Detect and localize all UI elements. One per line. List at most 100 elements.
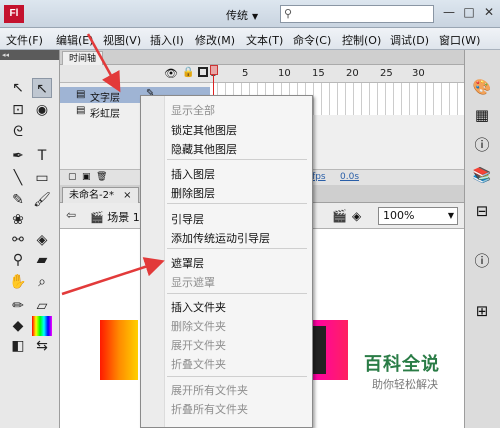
menu-separator: [167, 248, 307, 249]
menu-item-delete-folder[interactable]: 删除文件夹: [171, 318, 226, 334]
subselection-tool-icon[interactable]: ↖: [32, 78, 52, 98]
paint-bucket-tool-icon[interactable]: ◈: [32, 230, 52, 250]
frame-number: 20: [346, 68, 359, 79]
free-transform-tool-icon[interactable]: ⊡: [8, 100, 28, 120]
menu-item-delete-layer[interactable]: 删除图层: [171, 185, 215, 201]
watermark-title: 百科全说: [364, 354, 440, 375]
menu-separator: [167, 203, 307, 204]
rectangle-tool-icon[interactable]: ▭: [32, 168, 52, 188]
zoom-tool-icon[interactable]: ⌕: [32, 272, 52, 292]
workspace-switcher[interactable]: 传统 ▼: [226, 7, 258, 23]
panel-collapse-icon[interactable]: ◂◂: [0, 50, 59, 60]
menu-item-lock-others[interactable]: 锁定其他图层: [171, 122, 237, 138]
timeline-tab[interactable]: 时间轴: [62, 51, 104, 65]
brush-tool-icon[interactable]: 🖌: [32, 190, 52, 210]
frame-number: 30: [412, 68, 425, 79]
menu-item-expand-folder[interactable]: 展开文件夹: [171, 337, 226, 353]
layer-icon: ▤: [76, 89, 86, 100]
menu-modify[interactable]: 修改(M): [195, 32, 235, 48]
stroke-color-icon[interactable]: ✏: [8, 296, 28, 316]
frame-number: 10: [278, 68, 291, 79]
delete-layer-icon[interactable]: 🗑: [96, 172, 107, 182]
lasso-tool-icon[interactable]: ᘓ: [8, 122, 28, 142]
text-tool-icon[interactable]: T: [32, 146, 52, 166]
menu-item-show-all[interactable]: 显示全部: [171, 102, 215, 118]
watermark-subtitle: 助你轻松解决: [372, 378, 438, 391]
maximize-button[interactable]: □: [460, 3, 478, 21]
frame-number: 25: [380, 68, 393, 79]
lock-icon[interactable]: 🔒: [182, 67, 194, 78]
selection-tool-icon[interactable]: ↖: [8, 78, 28, 98]
line-tool-icon[interactable]: ╲: [8, 168, 28, 188]
deco-tool-icon[interactable]: ❀: [8, 210, 28, 230]
menu-insert[interactable]: 插入(I): [150, 32, 184, 48]
menu-item-add-motion-guide[interactable]: 添加传统运动引导层: [171, 230, 270, 246]
frame-number: 15: [312, 68, 325, 79]
edit-scene-icon[interactable]: 🎬: [332, 209, 347, 223]
timeline-tab-header: 时间轴: [60, 50, 464, 65]
eraser-tool-icon[interactable]: ▰: [32, 250, 52, 270]
workspace-label: 传统: [226, 9, 248, 22]
new-layer-icon[interactable]: ▢: [68, 172, 77, 182]
hand-tool-icon[interactable]: ✋: [8, 272, 28, 292]
edit-symbols-icon[interactable]: ◈: [352, 209, 361, 223]
menu-edit[interactable]: 编辑(E): [56, 32, 94, 48]
menu-item-collapse-all-folders[interactable]: 折叠所有文件夹: [171, 401, 248, 417]
minimize-button[interactable]: —: [440, 3, 458, 21]
info-panel-icon[interactable]: ⓘ: [471, 250, 493, 272]
scene-label: 场景 1: [107, 211, 140, 224]
align-panel-icon[interactable]: ⊟: [471, 200, 493, 222]
swap-colors-icon[interactable]: ⇆: [32, 336, 52, 356]
eye-icon[interactable]: 👁: [164, 67, 178, 80]
back-arrow-icon[interactable]: ⇦: [66, 208, 76, 222]
menu-item-show-masking[interactable]: 显示遮罩: [171, 274, 215, 290]
default-colors-icon[interactable]: ◧: [8, 336, 28, 356]
menu-file[interactable]: 文件(F): [6, 32, 43, 48]
3d-rotation-tool-icon[interactable]: ◉: [32, 100, 52, 120]
close-button[interactable]: ✕: [480, 3, 498, 21]
pencil-tool-icon[interactable]: ✎: [8, 190, 28, 210]
menu-item-guide[interactable]: 引导层: [171, 211, 204, 227]
swatches-panel-icon[interactable]: ▦: [471, 104, 493, 126]
outline-icon[interactable]: [198, 67, 208, 77]
playhead-cap[interactable]: [210, 65, 218, 75]
pen-tool-icon[interactable]: ✒: [8, 146, 28, 166]
menu-control[interactable]: 控制(O): [342, 32, 381, 48]
menu-item-mask[interactable]: 遮罩层: [171, 255, 204, 271]
tools-panel: ◂◂ ↖ ↖ ⊡ ◉ ᘓ ✒ T ╲ ▭ ✎ 🖌 ❀ ⚯ ◈ ⚲ ▰ ✋ ⌕ ✏…: [0, 50, 60, 428]
layer-name: 文字层: [90, 93, 120, 104]
stroke-color-swatch[interactable]: ▱: [32, 296, 52, 316]
menu-item-collapse-folder[interactable]: 折叠文件夹: [171, 356, 226, 372]
search-icon: ⚲: [284, 7, 293, 20]
transform-panel-icon[interactable]: ⊞: [471, 300, 493, 322]
bone-tool-icon[interactable]: ⚯: [8, 230, 28, 250]
menu-debug[interactable]: 调试(D): [390, 32, 429, 48]
menu-item-insert-folder[interactable]: 插入文件夹: [171, 299, 226, 315]
menu-text[interactable]: 文本(T): [246, 32, 283, 48]
library-panel-icon[interactable]: 📚: [471, 164, 493, 186]
menu-view[interactable]: 视图(V): [103, 32, 141, 48]
eyedropper-tool-icon[interactable]: ⚲: [8, 250, 28, 270]
search-input[interactable]: ⚲: [280, 5, 434, 23]
new-folder-icon[interactable]: ▣: [82, 172, 91, 182]
tab-close-icon[interactable]: ×: [123, 190, 131, 201]
menu-window[interactable]: 窗口(W): [439, 32, 480, 48]
zoom-select[interactable]: 100% ▼: [378, 207, 458, 225]
watermark: 百科全说 助你轻松解决: [350, 342, 464, 398]
menu-gutter: [141, 96, 165, 427]
document-tab[interactable]: 未命名-2* ×: [62, 187, 139, 203]
properties-panel-icon[interactable]: ⓘ: [471, 134, 493, 156]
fill-color-swatch[interactable]: [32, 316, 52, 336]
color-panel-icon[interactable]: 🎨: [471, 76, 493, 98]
menu-item-hide-others[interactable]: 隐藏其他图层: [171, 141, 237, 157]
menu-item-insert-layer[interactable]: 插入图层: [171, 166, 215, 182]
fill-color-icon[interactable]: ◆: [8, 316, 28, 336]
menu-item-expand-all-folders[interactable]: 展开所有文件夹: [171, 382, 248, 398]
right-panel-strip: 🎨 ▦ ⓘ 📚 ⊟ ⓘ ⊞: [464, 50, 500, 428]
layer-context-menu: 显示全部 锁定其他图层 隐藏其他图层 插入图层 删除图层 引导层 添加传统运动引…: [140, 95, 313, 428]
scene-breadcrumb[interactable]: 🎬 场景 1: [90, 209, 140, 225]
rainbow-shape[interactable]: [100, 320, 138, 380]
time-readout[interactable]: 0.0s: [340, 172, 359, 182]
timeline-ruler[interactable]: 👁 🔒 1 5 10 15 20 25 30: [60, 65, 464, 83]
menu-commands[interactable]: 命令(C): [293, 32, 331, 48]
